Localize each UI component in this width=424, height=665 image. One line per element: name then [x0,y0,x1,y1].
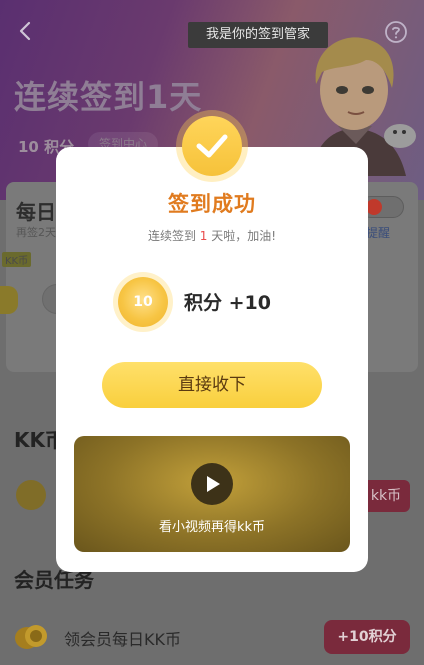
kk-tag: KK币 [2,252,32,267]
points-coin-icon: 10 [118,277,168,327]
daily-card-subtitle: 再签2天 [16,226,56,239]
check-icon [196,134,228,158]
coins-icon [15,625,47,649]
page-title: 连续签到1天 [14,78,203,116]
kk-task-button[interactable]: kk币 [362,480,410,512]
video-bonus-label: 看小视频再得kk币 [158,520,266,535]
coin-icon [0,286,18,314]
member-task-label: 领会员每日KK币 [64,630,181,649]
dialog-title: 签到成功 [168,192,256,216]
chevron-left-icon[interactable] [14,20,36,42]
play-icon [207,476,220,492]
dialog-subtitle: 连续签到 1 天啦，加油! [56,227,368,244]
toggle-knob [366,199,382,215]
subtitle-suffix: 天啦，加油! [207,229,277,243]
kk-coin-icon [16,480,46,510]
remind-label: 提醒 [366,226,391,240]
daily-card-title: 每日 [16,200,56,224]
collect-button[interactable]: 直接收下 [102,362,322,408]
subtitle-prefix: 连续签到 [147,229,200,243]
member-task-button[interactable]: +10积分 [324,620,410,654]
play-button[interactable] [191,463,233,505]
reward-amount: 积分 +10 [184,292,271,314]
success-badge [182,116,242,176]
